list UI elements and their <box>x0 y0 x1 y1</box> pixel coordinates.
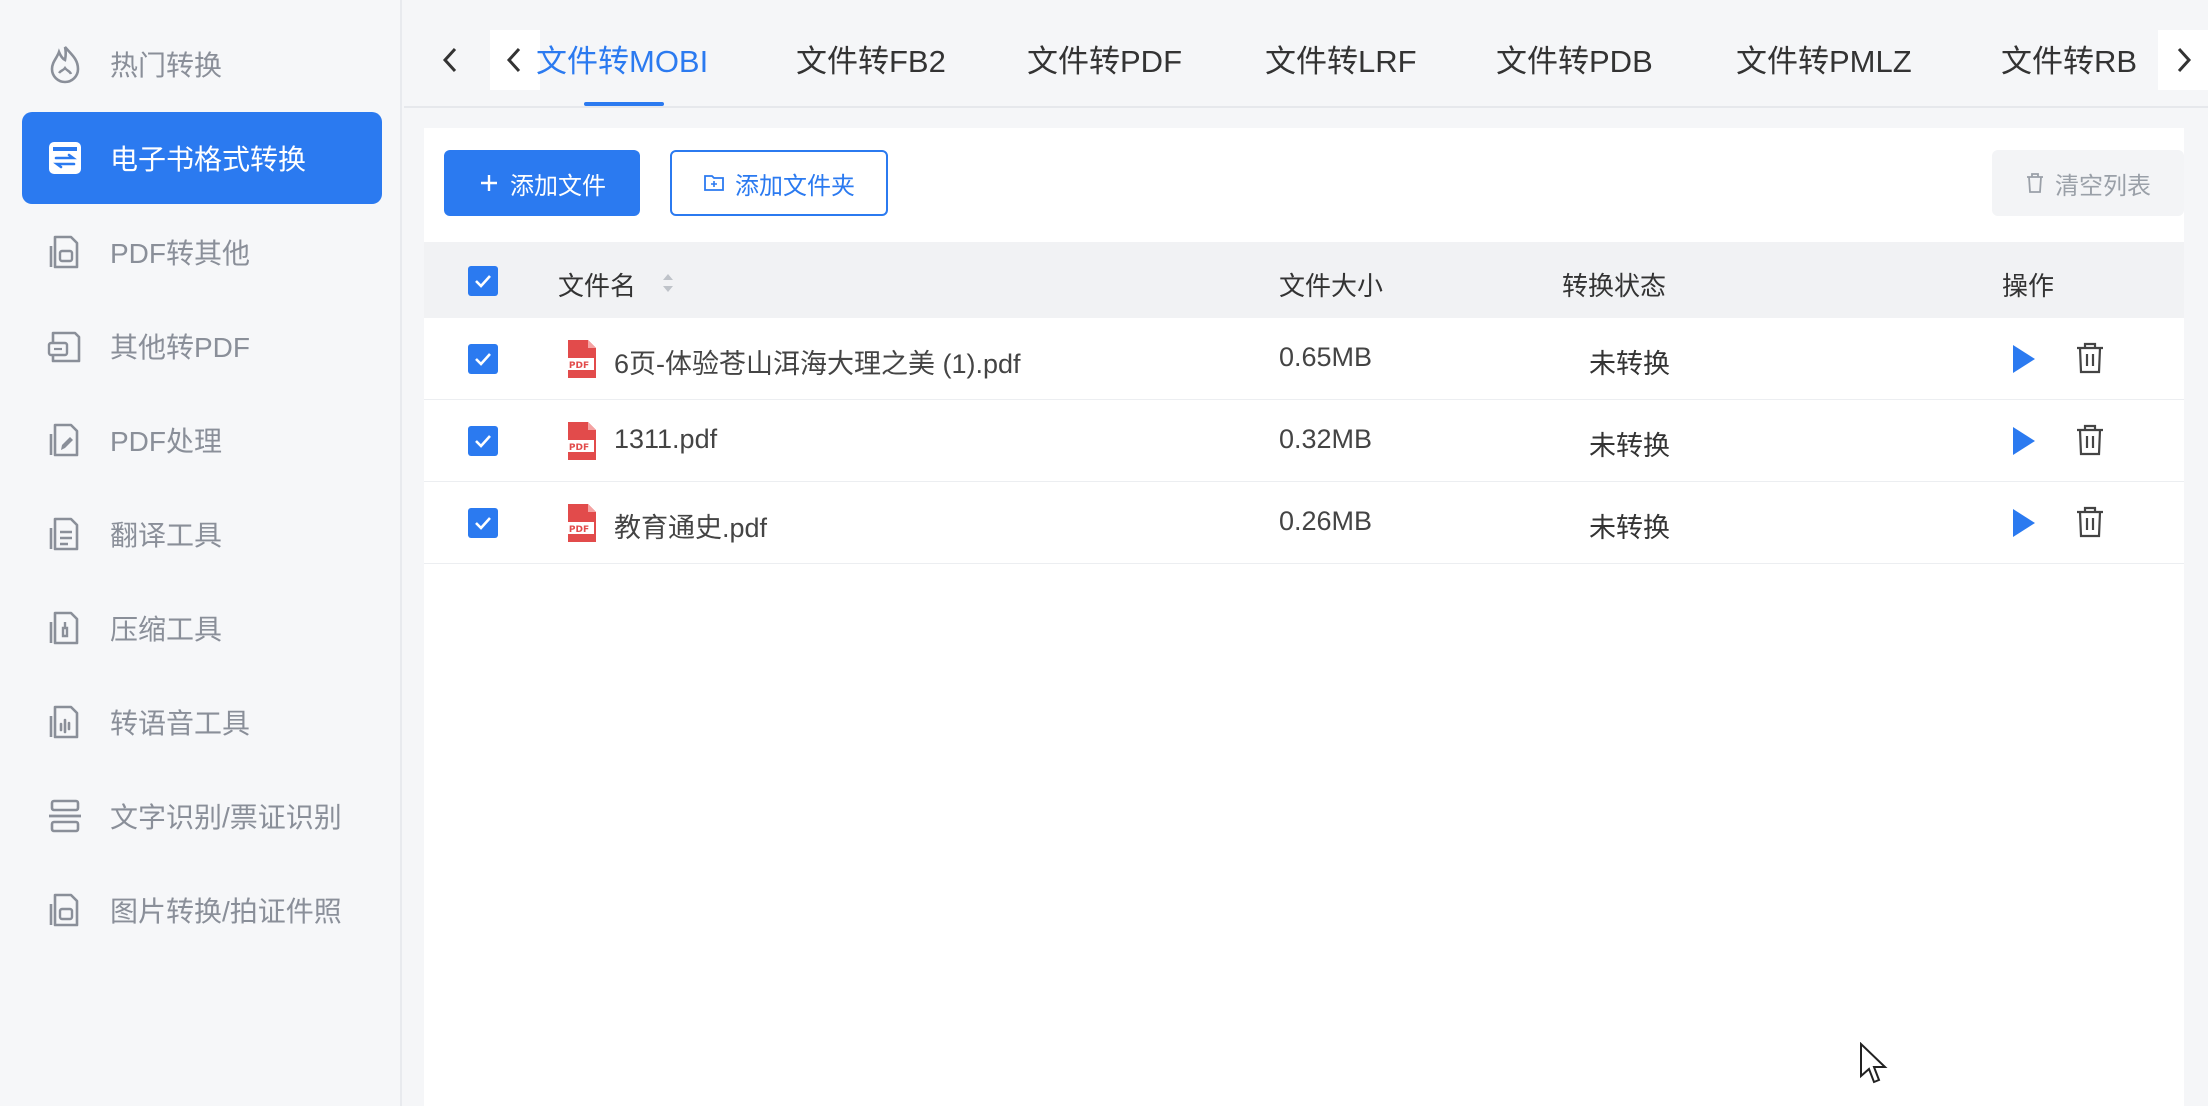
column-header-ops: 操作 <box>2002 271 2055 301</box>
delete-icon[interactable] <box>2074 423 2106 457</box>
column-header-status: 转换状态 <box>1562 271 1667 301</box>
table-row: PDF 1311.pdf 0.32MB 未转换 <box>424 400 2184 482</box>
svg-text:PDF: PDF <box>569 361 589 371</box>
file-size: 0.32MB <box>1279 424 1373 454</box>
delete-icon[interactable] <box>2074 341 2106 375</box>
main-area: 文件转MOBI 文件转FB2 文件转PDF 文件转LRF 文件转PDB 文件转P… <box>404 0 2208 1106</box>
pdf-file-icon: PDF <box>564 340 596 378</box>
sidebar-item-label: 转语音工具 <box>110 708 251 739</box>
flame-icon <box>44 43 86 85</box>
add-folder-button[interactable]: 添加文件夹 <box>670 150 888 216</box>
pdf-file-icon: PDF <box>564 422 596 460</box>
convert-status: 未转换 <box>1589 349 1670 379</box>
sidebar-item-label: PDF转其他 <box>110 238 251 269</box>
file-list-panel: 添加文件 添加文件夹 清空列表 文件名 文件大小 转换状态 操作 PDF 6页-… <box>424 128 2184 1106</box>
sidebar-item-pdf-to-other[interactable]: PDF转其他 <box>22 206 382 298</box>
sidebar-item-label: 其他转PDF <box>110 332 251 363</box>
add-file-label: 添加文件 <box>510 172 606 200</box>
row-checkbox[interactable] <box>468 426 498 456</box>
check-icon <box>475 517 491 530</box>
active-tab-indicator <box>584 102 664 106</box>
select-all-checkbox[interactable] <box>468 266 498 296</box>
audio-icon <box>44 701 86 743</box>
table-row: PDF 6页-体验苍山洱海大理之美 (1).pdf 0.65MB 未转换 <box>424 318 2184 400</box>
trash-icon <box>2025 172 2045 194</box>
clear-list-label: 清空列表 <box>2055 172 2151 200</box>
sidebar-item-label: 压缩工具 <box>110 614 223 645</box>
tab-scroll-left-button[interactable] <box>426 30 476 90</box>
sidebar-item-compress[interactable]: 压缩工具 <box>22 582 382 674</box>
svg-text:PDF: PDF <box>569 525 589 535</box>
pdf-edit-icon <box>44 419 86 461</box>
sort-icon[interactable] <box>660 270 676 301</box>
sidebar-item-label: 电子书格式转换 <box>110 144 307 175</box>
convert-status: 未转换 <box>1589 513 1670 543</box>
sidebar-item-label: 翻译工具 <box>110 520 223 551</box>
row-checkbox[interactable] <box>468 508 498 538</box>
pdf-file-icon: PDF <box>564 504 596 542</box>
ebook-convert-icon <box>44 137 86 179</box>
play-icon[interactable] <box>2009 342 2039 376</box>
tab-pmlz[interactable]: 文件转PMLZ <box>1736 36 1912 81</box>
sidebar-item-image[interactable]: 图片转换/拍证件照 <box>22 864 382 956</box>
ocr-icon <box>44 795 86 837</box>
tab-mobi[interactable]: 文件转MOBI <box>536 36 708 81</box>
sidebar-item-label: 图片转换/拍证件照 <box>110 896 342 927</box>
tab-pdf[interactable]: 文件转PDF <box>1027 36 1182 81</box>
sidebar-item-translate[interactable]: 翻译工具 <box>22 488 382 580</box>
sidebar-item-label: PDF处理 <box>110 426 223 457</box>
chevron-left-icon <box>506 47 521 73</box>
pdf-to-other-icon <box>44 231 86 273</box>
tab-fb2[interactable]: 文件转FB2 <box>796 36 946 81</box>
other-to-pdf-icon <box>44 325 86 367</box>
chevron-right-icon <box>2177 47 2192 73</box>
table-row: PDF 教育通史.pdf 0.26MB 未转换 <box>424 482 2184 564</box>
sidebar-item-other-to-pdf[interactable]: 其他转PDF <box>22 300 382 392</box>
file-size: 0.65MB <box>1279 342 1373 372</box>
sidebar-item-ebook[interactable]: 电子书格式转换 <box>22 112 382 204</box>
image-convert-icon <box>44 889 86 931</box>
svg-text:PDF: PDF <box>569 443 589 453</box>
tab-prev-button[interactable] <box>490 30 540 90</box>
check-icon <box>475 353 491 366</box>
format-tab-bar: 文件转MOBI 文件转FB2 文件转PDF 文件转LRF 文件转PDB 文件转P… <box>404 0 2208 108</box>
check-icon <box>475 435 491 448</box>
sidebar-item-hot[interactable]: 热门转换 <box>22 18 382 110</box>
compress-icon <box>44 607 86 649</box>
mouse-cursor-icon <box>1860 1042 1888 1084</box>
table-header: 文件名 文件大小 转换状态 操作 <box>424 242 2184 318</box>
file-name: 教育通史.pdf <box>614 513 768 543</box>
clear-list-button[interactable]: 清空列表 <box>1992 150 2184 216</box>
add-folder-label: 添加文件夹 <box>735 172 855 200</box>
file-size: 0.26MB <box>1279 506 1373 536</box>
column-header-name: 文件名 <box>558 271 637 301</box>
play-icon[interactable] <box>2009 506 2039 540</box>
sidebar-item-pdf-process[interactable]: PDF处理 <box>22 394 382 486</box>
app-window: 热门转换 电子书格式转换 PDF转其他 其他转PDF PDF处理 翻译工具 压缩… <box>0 0 2208 1106</box>
sidebar-item-label: 文字识别/票证识别 <box>110 802 342 833</box>
sidebar-item-ocr[interactable]: 文字识别/票证识别 <box>22 770 382 862</box>
delete-icon[interactable] <box>2074 505 2106 539</box>
file-name: 1311.pdf <box>614 424 718 454</box>
file-name: 6页-体验苍山洱海大理之美 (1).pdf <box>614 349 1021 379</box>
add-file-button[interactable]: 添加文件 <box>444 150 640 216</box>
tab-pdb[interactable]: 文件转PDB <box>1496 36 1653 81</box>
tab-rb[interactable]: 文件转RB <box>2001 36 2137 81</box>
plus-icon <box>478 172 500 194</box>
column-header-size: 文件大小 <box>1279 271 1384 301</box>
folder-icon <box>703 173 725 193</box>
tab-next-button[interactable] <box>2158 30 2208 90</box>
row-checkbox[interactable] <box>468 344 498 374</box>
sidebar: 热门转换 电子书格式转换 PDF转其他 其他转PDF PDF处理 翻译工具 压缩… <box>0 0 402 1106</box>
convert-status: 未转换 <box>1589 431 1670 461</box>
play-icon[interactable] <box>2009 424 2039 458</box>
chevron-left-icon <box>442 47 457 73</box>
sidebar-item-label: 热门转换 <box>110 50 223 81</box>
translate-icon <box>44 513 86 555</box>
check-icon <box>475 275 491 288</box>
sidebar-item-audio[interactable]: 转语音工具 <box>22 676 382 768</box>
tab-lrf[interactable]: 文件转LRF <box>1265 36 1417 81</box>
